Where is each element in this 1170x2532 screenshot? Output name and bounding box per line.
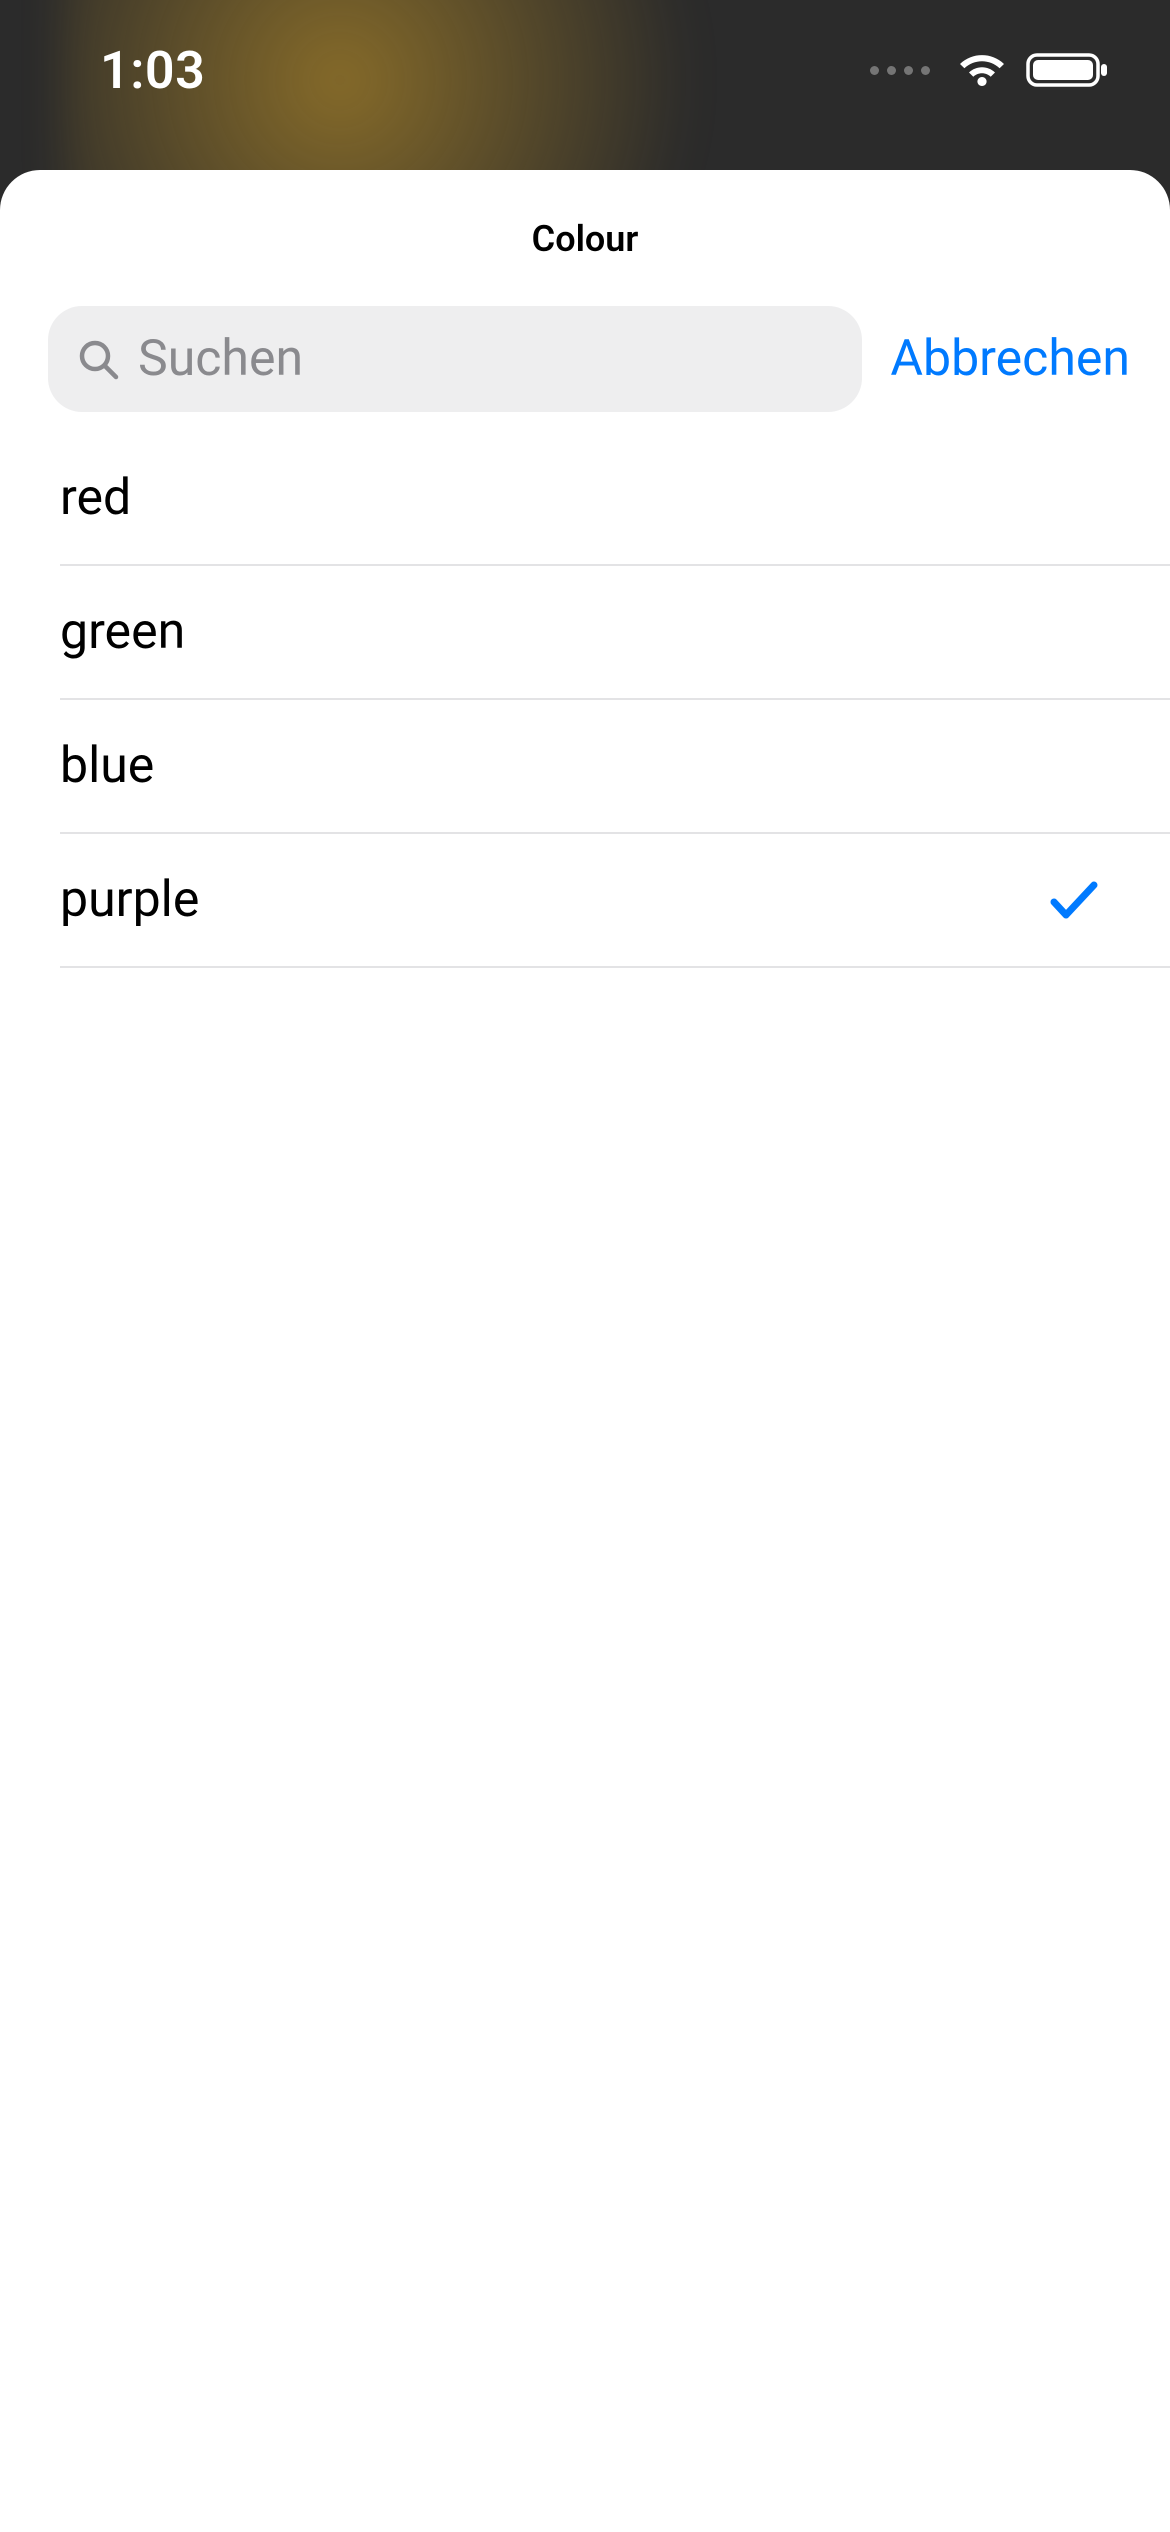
list-item[interactable]: purple xyxy=(60,834,1170,968)
sheet-title: Colour xyxy=(0,218,1170,260)
search-row: Abbrechen xyxy=(0,290,1170,432)
cancel-button[interactable]: Abbrechen xyxy=(890,330,1130,388)
status-bar: 1:03 xyxy=(0,0,1170,140)
search-input[interactable] xyxy=(138,330,834,388)
list-item[interactable]: green xyxy=(60,566,1170,700)
status-indicators xyxy=(870,50,1110,90)
list-item-label: purple xyxy=(60,871,199,929)
status-time: 1:03 xyxy=(100,40,205,101)
list-item[interactable]: red xyxy=(60,432,1170,566)
list-item-label: blue xyxy=(60,737,154,795)
list-item[interactable]: blue xyxy=(60,700,1170,834)
options-list: red green blue purple xyxy=(0,432,1170,968)
list-item-label: green xyxy=(60,603,185,661)
sheet-header: Colour xyxy=(0,170,1170,290)
search-icon xyxy=(76,337,120,381)
wifi-icon xyxy=(956,50,1008,90)
picker-sheet: Colour Abbrechen red green xyxy=(0,170,1170,2532)
checkmark-icon xyxy=(1048,877,1100,923)
status-dots-icon xyxy=(870,66,930,75)
battery-icon xyxy=(1026,51,1110,89)
list-item-label: red xyxy=(60,469,131,527)
search-field[interactable] xyxy=(48,306,862,412)
